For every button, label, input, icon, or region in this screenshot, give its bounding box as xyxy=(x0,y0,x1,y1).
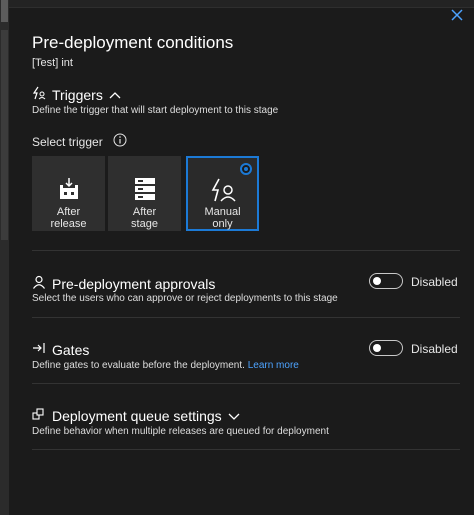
after-release-icon xyxy=(57,176,81,202)
stage-subtitle: [Test] int xyxy=(32,57,73,69)
section-divider xyxy=(32,449,460,450)
person-icon xyxy=(32,275,46,292)
triggers-header[interactable]: Triggers xyxy=(32,86,121,103)
section-divider xyxy=(32,383,460,384)
trigger-option-label: After stage xyxy=(131,206,158,230)
gates-description-text: Define gates to evaluate before the depl… xyxy=(32,360,245,371)
trigger-option-label: Manual only xyxy=(204,206,241,230)
chevron-up-icon[interactable] xyxy=(109,87,121,103)
toggle-knob xyxy=(373,277,381,285)
trigger-option-label: After release xyxy=(50,206,87,230)
queue-icon xyxy=(32,407,46,424)
trigger-option-manual-only[interactable]: Manual only xyxy=(186,156,259,231)
queue-description: Define behavior when multiple releases a… xyxy=(32,426,329,437)
left-scrollbar[interactable] xyxy=(0,0,9,515)
approvals-toggle-label: Disabled xyxy=(411,275,458,289)
close-icon[interactable] xyxy=(448,6,466,24)
gates-toggle[interactable] xyxy=(369,340,403,356)
section-divider xyxy=(32,317,460,318)
chevron-down-icon[interactable] xyxy=(228,408,240,424)
selected-radio-icon xyxy=(240,163,252,175)
gates-title: Gates xyxy=(52,341,90,358)
info-icon[interactable] xyxy=(113,133,127,150)
triggers-description: Define the trigger that will start deplo… xyxy=(32,105,279,116)
gates-description: Define gates to evaluate before the depl… xyxy=(32,360,299,371)
gates-header[interactable]: Gates xyxy=(32,341,89,358)
approvals-toggle[interactable] xyxy=(369,273,403,289)
panel-top-bar xyxy=(9,0,474,8)
section-divider xyxy=(32,250,460,251)
manual-only-icon xyxy=(210,178,236,202)
approvals-title: Pre-deployment approvals xyxy=(52,275,216,292)
triggers-title: Triggers xyxy=(52,86,103,103)
page-title: Pre-deployment conditions xyxy=(32,33,234,52)
scrollbar-thumb[interactable] xyxy=(1,0,8,22)
gates-toggle-label: Disabled xyxy=(411,342,458,356)
queue-title: Deployment queue settings xyxy=(52,407,222,424)
learn-more-link[interactable]: Learn more xyxy=(248,360,299,371)
after-stage-icon xyxy=(134,176,156,202)
trigger-option-after-stage[interactable]: After stage xyxy=(108,156,181,231)
toggle-knob xyxy=(373,344,381,352)
select-trigger-row: Select trigger xyxy=(32,133,127,150)
pre-deployment-panel: Pre-deployment conditions [Test] int Tri… xyxy=(9,0,474,515)
queue-header[interactable]: Deployment queue settings xyxy=(32,407,240,424)
scrollbar-track-segment xyxy=(1,30,8,240)
trigger-option-after-release[interactable]: After release xyxy=(32,156,105,231)
gate-arrow-icon xyxy=(32,341,46,358)
approvals-header[interactable]: Pre-deployment approvals xyxy=(32,275,215,292)
select-trigger-label: Select trigger xyxy=(32,134,103,149)
approvals-description: Select the users who can approve or reje… xyxy=(32,293,338,304)
lightning-person-icon xyxy=(32,86,46,103)
